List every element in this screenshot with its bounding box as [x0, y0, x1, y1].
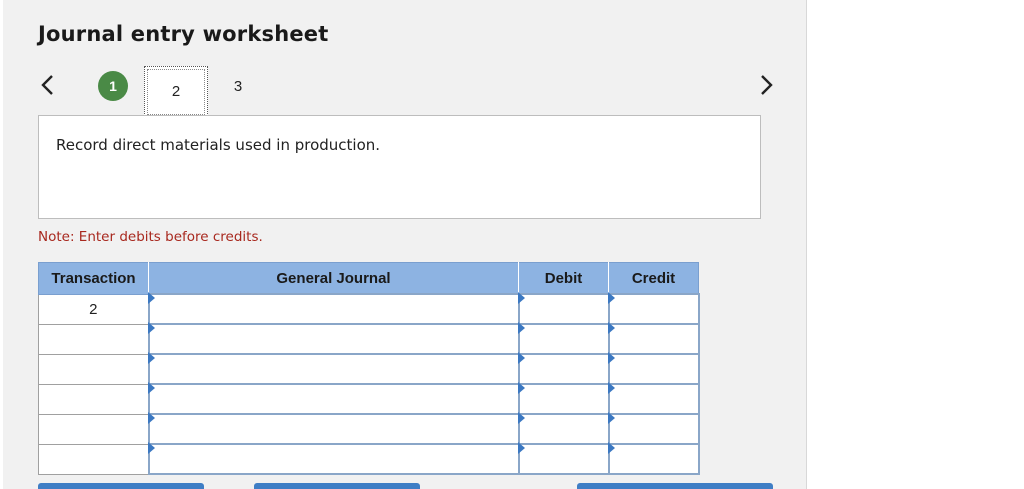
debit-input[interactable]	[517, 323, 610, 355]
credit-input[interactable]	[607, 293, 700, 325]
transaction-cell	[38, 353, 149, 385]
header-transaction: Transaction	[38, 262, 149, 295]
debit-input[interactable]	[517, 383, 610, 415]
transaction-cell	[38, 443, 149, 475]
table-row	[38, 323, 700, 355]
header-credit: Credit	[608, 262, 699, 295]
step-3-label: 3	[233, 77, 243, 95]
step-2-button[interactable]: 2	[144, 66, 208, 118]
record-entry-button[interactable]	[38, 483, 204, 489]
step-2-label: 2	[171, 82, 181, 100]
chevron-left-icon	[41, 75, 53, 95]
step-1-label: 1	[109, 78, 117, 94]
credit-input[interactable]	[607, 323, 700, 355]
general-journal-input[interactable]	[147, 293, 520, 325]
next-step-button[interactable]	[755, 72, 777, 98]
step-1-button[interactable]: 1	[98, 71, 128, 101]
general-journal-input[interactable]	[147, 383, 520, 415]
table-row: 2	[38, 293, 700, 325]
table-header-row: Transaction General Journal Debit Credit	[38, 262, 699, 295]
debit-input[interactable]	[517, 353, 610, 385]
chevron-right-icon	[761, 75, 773, 95]
page-title: Journal entry worksheet	[38, 22, 329, 46]
journal-table: Transaction General Journal Debit Credit…	[38, 262, 700, 475]
previous-step-button[interactable]	[37, 72, 59, 98]
table-row	[38, 413, 700, 445]
transaction-cell	[38, 383, 149, 415]
transaction-cell	[38, 323, 149, 355]
view-general-journal-button[interactable]	[577, 483, 773, 489]
credit-input[interactable]	[607, 353, 700, 385]
clear-entry-button[interactable]	[254, 483, 420, 489]
credit-input[interactable]	[607, 383, 700, 415]
worksheet-panel: Journal entry worksheet 1 2 3 Record dir…	[3, 0, 807, 489]
transaction-cell: 2	[38, 293, 149, 325]
instruction-box: Record direct materials used in producti…	[38, 115, 761, 219]
table-row	[38, 353, 700, 385]
credit-input[interactable]	[607, 413, 700, 445]
general-journal-input[interactable]	[147, 323, 520, 355]
table-row	[38, 383, 700, 415]
note-text: Note: Enter debits before credits.	[38, 229, 263, 245]
step-3-button[interactable]: 3	[223, 71, 253, 101]
header-general-journal: General Journal	[148, 262, 519, 295]
transaction-cell	[38, 413, 149, 445]
debit-input[interactable]	[517, 413, 610, 445]
general-journal-input[interactable]	[147, 353, 520, 385]
debit-input[interactable]	[517, 443, 610, 475]
general-journal-input[interactable]	[147, 443, 520, 475]
header-debit: Debit	[518, 262, 609, 295]
debit-input[interactable]	[517, 293, 610, 325]
general-journal-input[interactable]	[147, 413, 520, 445]
table-row	[38, 443, 700, 475]
credit-input[interactable]	[607, 443, 700, 475]
instruction-text: Record direct materials used in producti…	[56, 136, 381, 154]
